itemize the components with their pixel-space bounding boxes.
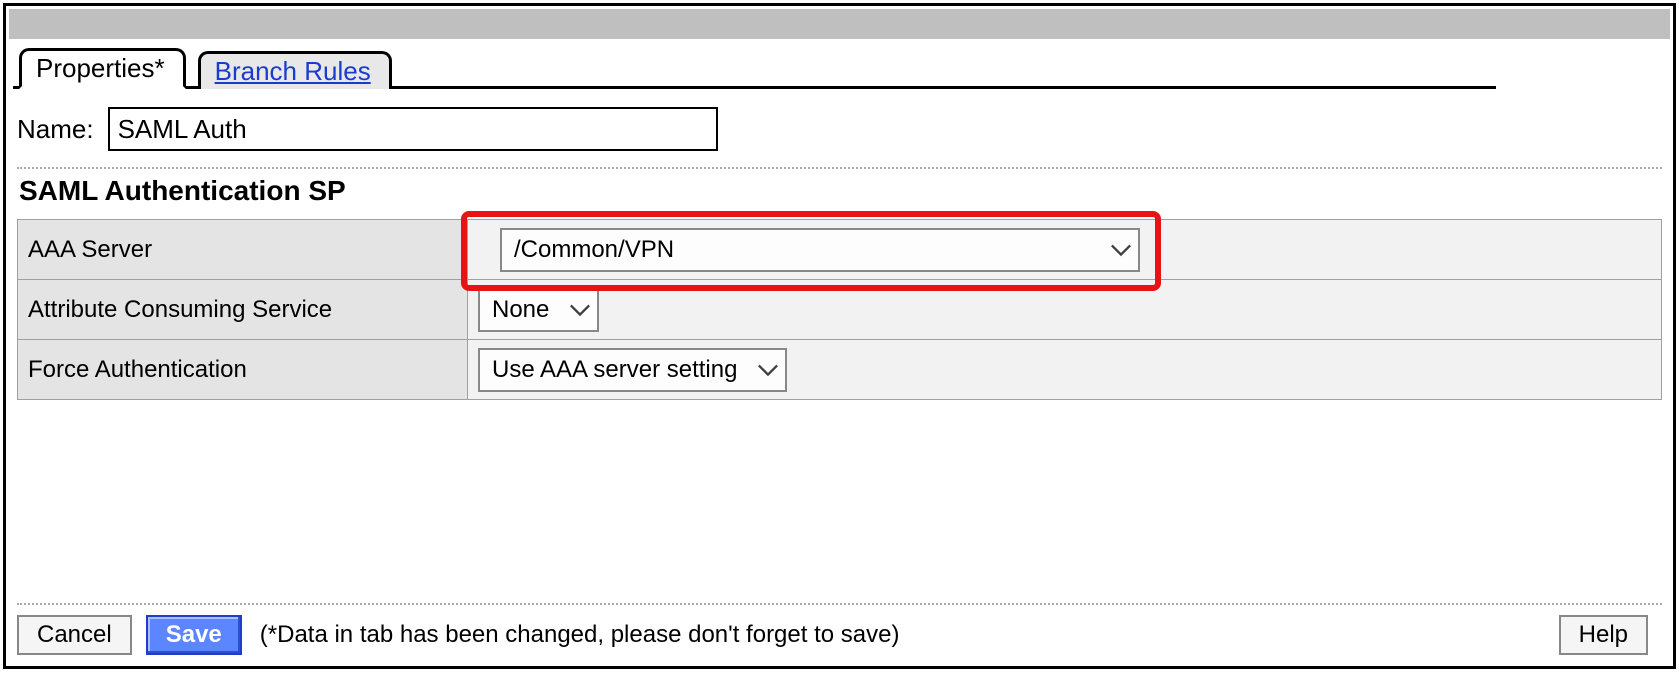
name-label: Name: [17, 114, 94, 145]
chevron-down-icon [569, 296, 591, 324]
cancel-button[interactable]: Cancel [17, 615, 132, 655]
force-auth-value: Use AAA server setting [492, 356, 737, 384]
chevron-down-icon [757, 356, 779, 384]
aaa-server-label: AAA Server [18, 220, 468, 280]
tab-branch-rules[interactable]: Branch Rules [198, 51, 392, 89]
force-auth-label: Force Authentication [18, 340, 468, 400]
window-titlebar [9, 9, 1670, 39]
acs-label: Attribute Consuming Service [18, 280, 468, 340]
section-title: SAML Authentication SP [13, 169, 1666, 219]
tab-row: Properties* Branch Rules [13, 45, 1496, 89]
properties-table: AAA Server /Common/VPN Attribute Consumi… [17, 219, 1662, 400]
row-aaa-server: AAA Server /Common/VPN [18, 220, 1662, 280]
aaa-server-value: /Common/VPN [514, 236, 674, 264]
tab-branch-rules-label: Branch Rules [215, 56, 371, 86]
tab-properties-label: Properties* [36, 53, 165, 83]
tab-properties[interactable]: Properties* [19, 48, 186, 89]
footer-bar: Cancel Save (*Data in tab has been chang… [13, 605, 1666, 663]
acs-select[interactable]: None [478, 288, 599, 332]
chevron-down-icon [1110, 236, 1132, 264]
row-attribute-consuming-service: Attribute Consuming Service None [18, 280, 1662, 340]
help-button[interactable]: Help [1559, 615, 1648, 655]
aaa-server-select[interactable]: /Common/VPN [500, 228, 1140, 272]
name-input[interactable] [108, 107, 718, 151]
save-button[interactable]: Save [146, 615, 242, 655]
acs-value: None [492, 296, 549, 324]
save-hint: (*Data in tab has been changed, please d… [260, 621, 900, 649]
row-force-authentication: Force Authentication Use AAA server sett… [18, 340, 1662, 400]
force-auth-select[interactable]: Use AAA server setting [478, 348, 787, 392]
